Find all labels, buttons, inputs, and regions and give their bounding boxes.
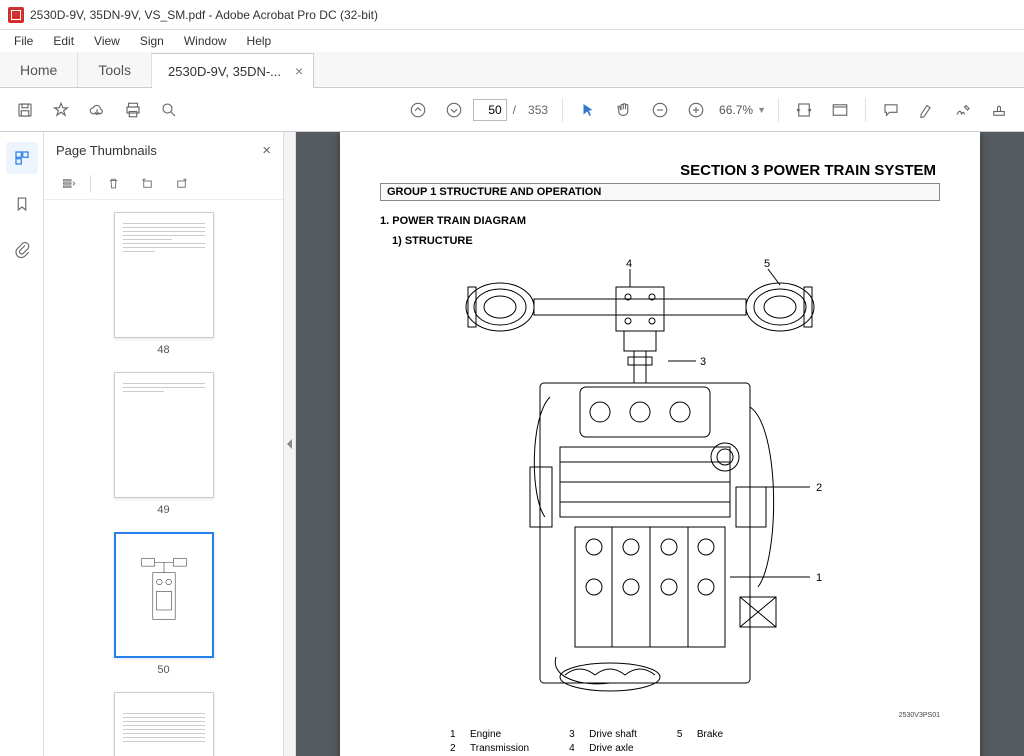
triangle-left-icon	[287, 439, 292, 449]
thumbnails-toolbar	[44, 168, 283, 200]
thumbnails-panel: Page Thumbnails × 48 49 50	[44, 132, 284, 756]
page-total: 353	[528, 103, 548, 117]
page-down-icon[interactable]	[437, 93, 471, 127]
star-icon[interactable]	[44, 93, 78, 127]
menubar: File Edit View Sign Window Help	[0, 30, 1024, 52]
tab-tools[interactable]: Tools	[78, 52, 152, 87]
page-separator: /	[513, 103, 516, 117]
hand-tool-icon[interactable]	[607, 93, 641, 127]
print-icon[interactable]	[116, 93, 150, 127]
sidebar-rail	[0, 132, 44, 756]
callout-1: 1	[816, 572, 822, 584]
thumbnails-close-icon[interactable]: ×	[262, 142, 271, 159]
menu-sign[interactable]: Sign	[130, 32, 174, 50]
search-icon[interactable]	[152, 93, 186, 127]
zoom-out-icon[interactable]	[643, 93, 677, 127]
thumbnails-header: Page Thumbnails ×	[44, 132, 283, 168]
thumbnails-icon[interactable]	[6, 142, 38, 174]
tab-document-label: 2530D-9V, 35DN-...	[168, 64, 281, 79]
heading-2: 1) STRUCTURE	[392, 235, 940, 247]
page-number-input[interactable]	[473, 99, 507, 121]
thumbnail-label: 49	[157, 504, 169, 516]
menu-file[interactable]: File	[4, 32, 43, 50]
chevron-down-icon: ▼	[757, 105, 766, 115]
group-bar: GROUP 1 STRUCTURE AND OPERATION	[380, 183, 940, 201]
read-mode-icon[interactable]	[823, 93, 857, 127]
sign-icon[interactable]	[946, 93, 980, 127]
thumbnail-label: 50	[157, 664, 169, 676]
callout-4: 4	[626, 258, 632, 270]
callout-3: 3	[700, 356, 706, 368]
selection-tool-icon[interactable]	[571, 93, 605, 127]
thumbnail-50[interactable]: 50	[56, 532, 271, 676]
window-titlebar: 2530D-9V, 35DN-9V, VS_SM.pdf - Adobe Acr…	[0, 0, 1024, 30]
fit-width-icon[interactable]	[787, 93, 821, 127]
bookmark-icon[interactable]	[6, 188, 38, 220]
save-icon[interactable]	[8, 93, 42, 127]
zoom-value: 66.7%	[719, 103, 753, 117]
thumb-rotate-cw-icon[interactable]	[169, 172, 193, 196]
highlight-icon[interactable]	[910, 93, 944, 127]
thumb-options-icon[interactable]	[56, 172, 80, 196]
tab-close-icon[interactable]: ×	[295, 63, 303, 79]
thumb-rotate-ccw-icon[interactable]	[135, 172, 159, 196]
panel-collapse-grip[interactable]	[284, 132, 296, 756]
menu-edit[interactable]: Edit	[43, 32, 84, 50]
menu-window[interactable]: Window	[174, 32, 237, 50]
power-train-diagram: 4 5 3 2 1 2530V3PS01	[380, 257, 940, 717]
menu-view[interactable]: View	[84, 32, 130, 50]
thumb-delete-icon[interactable]	[101, 172, 125, 196]
thumbnails-title: Page Thumbnails	[56, 143, 157, 158]
thumbnails-list[interactable]: 48 49 50 51	[44, 200, 283, 756]
pdf-file-icon	[8, 7, 24, 23]
attachment-icon[interactable]	[6, 234, 38, 266]
zoom-dropdown[interactable]: 66.7% ▼	[715, 101, 770, 119]
callout-5: 5	[764, 258, 770, 270]
tabbar: Home Tools 2530D-9V, 35DN-... ×	[0, 52, 1024, 88]
stamp-icon[interactable]	[982, 93, 1016, 127]
main: Page Thumbnails × 48 49 50	[0, 132, 1024, 756]
thumbnail-51[interactable]: 51	[56, 692, 271, 756]
menu-help[interactable]: Help	[237, 32, 282, 50]
callout-2: 2	[816, 482, 822, 494]
pdf-page: SECTION 3 POWER TRAIN SYSTEM GROUP 1 STR…	[340, 132, 980, 756]
diagram-legend: 1Engine 2Transmission 3Drive shaft 4Driv…	[450, 729, 940, 754]
page-up-icon[interactable]	[401, 93, 435, 127]
cloud-icon[interactable]	[80, 93, 114, 127]
tab-home[interactable]: Home	[0, 52, 78, 87]
thumbnail-48[interactable]: 48	[56, 212, 271, 356]
thumbnail-49[interactable]: 49	[56, 372, 271, 516]
document-viewport[interactable]: SECTION 3 POWER TRAIN SYSTEM GROUP 1 STR…	[296, 132, 1024, 756]
zoom-in-icon[interactable]	[679, 93, 713, 127]
toolbar: / 353 66.7% ▼	[0, 88, 1024, 132]
diagram-ref-code: 2530V3PS01	[899, 712, 940, 719]
tab-document[interactable]: 2530D-9V, 35DN-... ×	[152, 53, 314, 88]
heading-1: 1. POWER TRAIN DIAGRAM	[380, 215, 940, 227]
window-title: 2530D-9V, 35DN-9V, VS_SM.pdf - Adobe Acr…	[30, 8, 378, 22]
section-title: SECTION 3 POWER TRAIN SYSTEM	[380, 162, 940, 179]
comment-icon[interactable]	[874, 93, 908, 127]
thumbnail-label: 48	[157, 344, 169, 356]
